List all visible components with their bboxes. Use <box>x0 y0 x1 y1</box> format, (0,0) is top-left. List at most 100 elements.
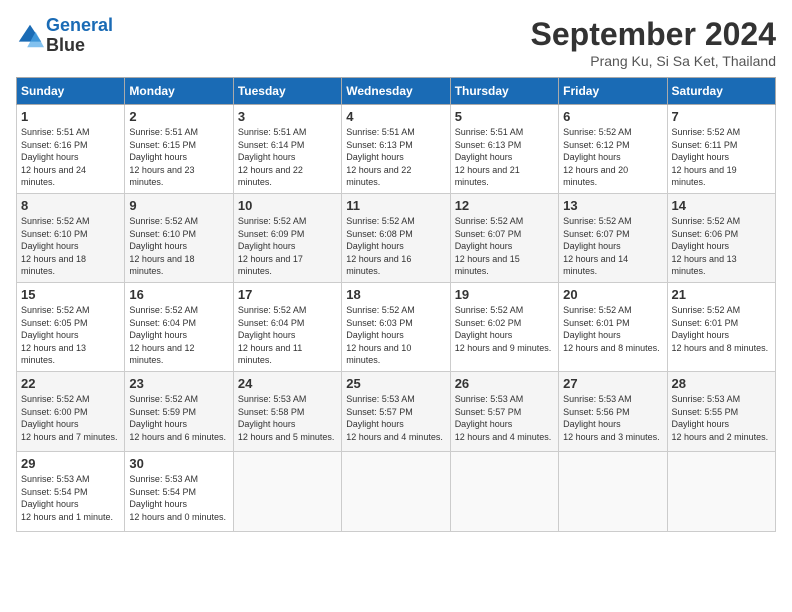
day-number-24: 24 <box>238 376 337 391</box>
day-cell-30: 30 Sunrise: 5:53 AMSunset: 5:54 PMDaylig… <box>125 451 233 531</box>
day-info-19: Sunrise: 5:52 AMSunset: 6:02 PMDaylight … <box>455 304 554 354</box>
day-info-22: Sunrise: 5:52 AMSunset: 6:00 PMDaylight … <box>21 393 120 443</box>
day-number-27: 27 <box>563 376 662 391</box>
day-number-22: 22 <box>21 376 120 391</box>
col-sunday: Sunday <box>17 78 125 105</box>
day-info-11: Sunrise: 5:52 AMSunset: 6:08 PMDaylight … <box>346 215 445 278</box>
day-number-20: 20 <box>563 287 662 302</box>
calendar-row: 29 Sunrise: 5:53 AMSunset: 5:54 PMDaylig… <box>17 451 776 531</box>
title-block: September 2024 Prang Ku, Si Sa Ket, Thai… <box>531 16 776 69</box>
day-number-18: 18 <box>346 287 445 302</box>
day-number-17: 17 <box>238 287 337 302</box>
day-cell-19: 19 Sunrise: 5:52 AMSunset: 6:02 PMDaylig… <box>450 282 558 371</box>
day-cell-22: 22 Sunrise: 5:52 AMSunset: 6:00 PMDaylig… <box>17 371 125 451</box>
day-info-27: Sunrise: 5:53 AMSunset: 5:56 PMDaylight … <box>563 393 662 443</box>
col-saturday: Saturday <box>667 78 775 105</box>
day-cell-28: 28 Sunrise: 5:53 AMSunset: 5:55 PMDaylig… <box>667 371 775 451</box>
day-cell-4: 4 Sunrise: 5:51 AMSunset: 6:13 PMDayligh… <box>342 105 450 194</box>
day-info-26: Sunrise: 5:53 AMSunset: 5:57 PMDaylight … <box>455 393 554 443</box>
day-info-12: Sunrise: 5:52 AMSunset: 6:07 PMDaylight … <box>455 215 554 278</box>
day-info-18: Sunrise: 5:52 AMSunset: 6:03 PMDaylight … <box>346 304 445 367</box>
logo: General Blue <box>16 16 113 56</box>
day-number-10: 10 <box>238 198 337 213</box>
day-info-28: Sunrise: 5:53 AMSunset: 5:55 PMDaylight … <box>672 393 771 443</box>
day-cell-9: 9 Sunrise: 5:52 AMSunset: 6:10 PMDayligh… <box>125 193 233 282</box>
day-info-1: Sunrise: 5:51 AMSunset: 6:16 PMDaylight … <box>21 126 120 189</box>
day-number-25: 25 <box>346 376 445 391</box>
day-info-16: Sunrise: 5:52 AMSunset: 6:04 PMDaylight … <box>129 304 228 367</box>
day-info-29: Sunrise: 5:53 AMSunset: 5:54 PMDaylight … <box>21 473 120 523</box>
empty-cell <box>450 451 558 531</box>
day-cell-26: 26 Sunrise: 5:53 AMSunset: 5:57 PMDaylig… <box>450 371 558 451</box>
day-number-9: 9 <box>129 198 228 213</box>
empty-cell <box>233 451 341 531</box>
day-number-8: 8 <box>21 198 120 213</box>
day-info-14: Sunrise: 5:52 AMSunset: 6:06 PMDaylight … <box>672 215 771 278</box>
day-number-1: 1 <box>21 109 120 124</box>
day-info-17: Sunrise: 5:52 AMSunset: 6:04 PMDaylight … <box>238 304 337 367</box>
day-number-13: 13 <box>563 198 662 213</box>
day-info-6: Sunrise: 5:52 AMSunset: 6:12 PMDaylight … <box>563 126 662 189</box>
day-info-20: Sunrise: 5:52 AMSunset: 6:01 PMDaylight … <box>563 304 662 354</box>
day-info-13: Sunrise: 5:52 AMSunset: 6:07 PMDaylight … <box>563 215 662 278</box>
day-cell-17: 17 Sunrise: 5:52 AMSunset: 6:04 PMDaylig… <box>233 282 341 371</box>
day-cell-15: 15 Sunrise: 5:52 AMSunset: 6:05 PMDaylig… <box>17 282 125 371</box>
empty-cell <box>667 451 775 531</box>
day-info-2: Sunrise: 5:51 AMSunset: 6:15 PMDaylight … <box>129 126 228 189</box>
day-number-5: 5 <box>455 109 554 124</box>
day-info-9: Sunrise: 5:52 AMSunset: 6:10 PMDaylight … <box>129 215 228 278</box>
day-info-3: Sunrise: 5:51 AMSunset: 6:14 PMDaylight … <box>238 126 337 189</box>
day-number-12: 12 <box>455 198 554 213</box>
day-number-2: 2 <box>129 109 228 124</box>
day-cell-29: 29 Sunrise: 5:53 AMSunset: 5:54 PMDaylig… <box>17 451 125 531</box>
day-info-4: Sunrise: 5:51 AMSunset: 6:13 PMDaylight … <box>346 126 445 189</box>
day-info-21: Sunrise: 5:52 AMSunset: 6:01 PMDaylight … <box>672 304 771 354</box>
day-info-5: Sunrise: 5:51 AMSunset: 6:13 PMDaylight … <box>455 126 554 189</box>
day-number-26: 26 <box>455 376 554 391</box>
day-number-3: 3 <box>238 109 337 124</box>
page-header: General Blue September 2024 Prang Ku, Si… <box>16 16 776 69</box>
logo-text: General Blue <box>46 16 113 56</box>
day-info-25: Sunrise: 5:53 AMSunset: 5:57 PMDaylight … <box>346 393 445 443</box>
day-cell-23: 23 Sunrise: 5:52 AMSunset: 5:59 PMDaylig… <box>125 371 233 451</box>
calendar-row: 8 Sunrise: 5:52 AMSunset: 6:10 PMDayligh… <box>17 193 776 282</box>
day-cell-7: 7 Sunrise: 5:52 AMSunset: 6:11 PMDayligh… <box>667 105 775 194</box>
day-info-30: Sunrise: 5:53 AMSunset: 5:54 PMDaylight … <box>129 473 228 523</box>
col-tuesday: Tuesday <box>233 78 341 105</box>
day-cell-24: 24 Sunrise: 5:53 AMSunset: 5:58 PMDaylig… <box>233 371 341 451</box>
header-row: Sunday Monday Tuesday Wednesday Thursday… <box>17 78 776 105</box>
day-cell-3: 3 Sunrise: 5:51 AMSunset: 6:14 PMDayligh… <box>233 105 341 194</box>
day-number-6: 6 <box>563 109 662 124</box>
day-cell-21: 21 Sunrise: 5:52 AMSunset: 6:01 PMDaylig… <box>667 282 775 371</box>
day-number-16: 16 <box>129 287 228 302</box>
location-subtitle: Prang Ku, Si Sa Ket, Thailand <box>531 53 776 69</box>
day-info-15: Sunrise: 5:52 AMSunset: 6:05 PMDaylight … <box>21 304 120 367</box>
day-cell-1: 1 Sunrise: 5:51 AMSunset: 6:16 PMDayligh… <box>17 105 125 194</box>
day-number-19: 19 <box>455 287 554 302</box>
col-thursday: Thursday <box>450 78 558 105</box>
day-cell-20: 20 Sunrise: 5:52 AMSunset: 6:01 PMDaylig… <box>559 282 667 371</box>
day-cell-12: 12 Sunrise: 5:52 AMSunset: 6:07 PMDaylig… <box>450 193 558 282</box>
day-number-28: 28 <box>672 376 771 391</box>
day-cell-8: 8 Sunrise: 5:52 AMSunset: 6:10 PMDayligh… <box>17 193 125 282</box>
day-number-23: 23 <box>129 376 228 391</box>
day-number-29: 29 <box>21 456 120 471</box>
day-cell-14: 14 Sunrise: 5:52 AMSunset: 6:06 PMDaylig… <box>667 193 775 282</box>
empty-cell <box>342 451 450 531</box>
day-number-11: 11 <box>346 198 445 213</box>
day-number-15: 15 <box>21 287 120 302</box>
day-number-4: 4 <box>346 109 445 124</box>
calendar-row: 1 Sunrise: 5:51 AMSunset: 6:16 PMDayligh… <box>17 105 776 194</box>
calendar-row: 22 Sunrise: 5:52 AMSunset: 6:00 PMDaylig… <box>17 371 776 451</box>
day-cell-10: 10 Sunrise: 5:52 AMSunset: 6:09 PMDaylig… <box>233 193 341 282</box>
day-number-30: 30 <box>129 456 228 471</box>
day-cell-18: 18 Sunrise: 5:52 AMSunset: 6:03 PMDaylig… <box>342 282 450 371</box>
month-title: September 2024 <box>531 16 776 53</box>
day-cell-11: 11 Sunrise: 5:52 AMSunset: 6:08 PMDaylig… <box>342 193 450 282</box>
day-info-24: Sunrise: 5:53 AMSunset: 5:58 PMDaylight … <box>238 393 337 443</box>
day-info-7: Sunrise: 5:52 AMSunset: 6:11 PMDaylight … <box>672 126 771 189</box>
empty-cell <box>559 451 667 531</box>
logo-icon <box>16 22 44 50</box>
day-cell-25: 25 Sunrise: 5:53 AMSunset: 5:57 PMDaylig… <box>342 371 450 451</box>
day-cell-13: 13 Sunrise: 5:52 AMSunset: 6:07 PMDaylig… <box>559 193 667 282</box>
